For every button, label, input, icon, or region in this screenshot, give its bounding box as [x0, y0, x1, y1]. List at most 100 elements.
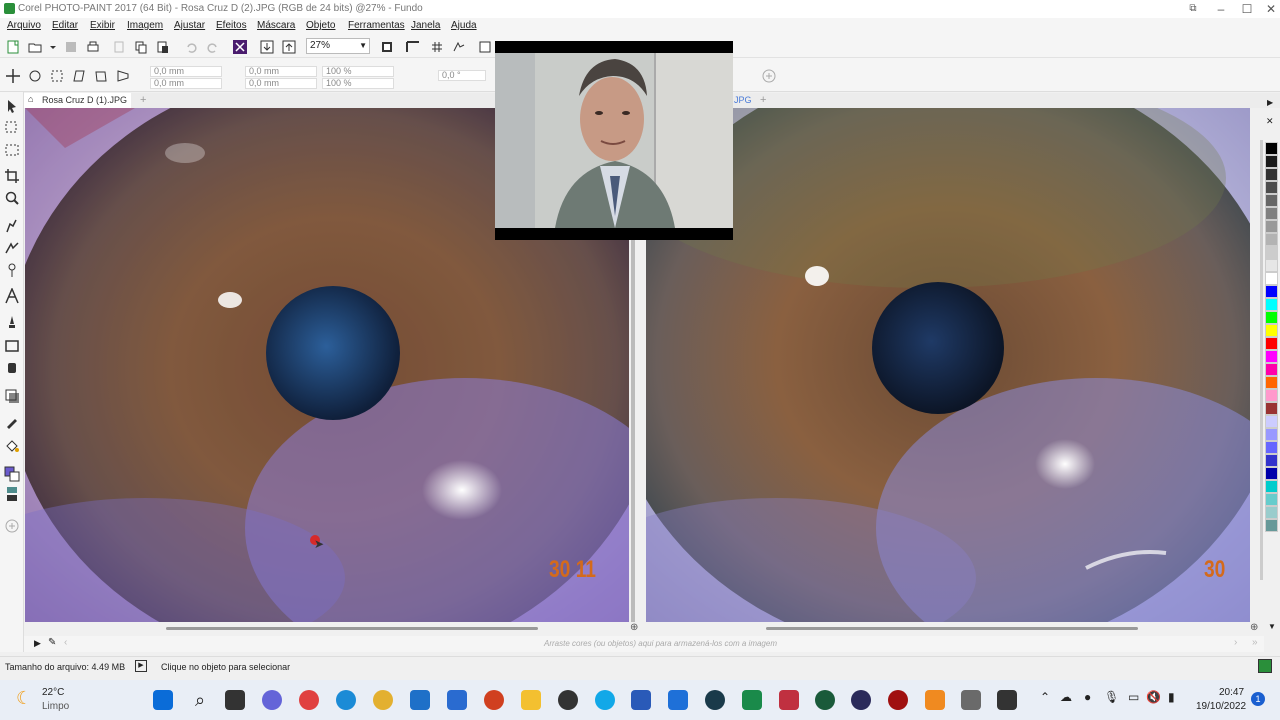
skype-icon[interactable] — [595, 690, 615, 710]
copy-icon[interactable] — [132, 38, 148, 54]
menu-ferramentas[interactable]: Ferramentas — [348, 20, 405, 31]
mask-transform-tool-icon[interactable] — [4, 120, 20, 136]
dropbox-icon[interactable] — [668, 690, 688, 710]
minimize-button[interactable]: – — [1208, 0, 1234, 18]
palette-scroll-down-icon[interactable]: ▼ — [1268, 622, 1276, 631]
menu-exibir[interactable]: Exibir — [90, 20, 115, 31]
perspective-icon[interactable] — [114, 67, 130, 83]
paste-icon[interactable] — [154, 38, 170, 54]
palette-swatch[interactable] — [1265, 272, 1278, 285]
menu-ajuda[interactable]: Ajuda — [451, 20, 477, 31]
corel-launcher-icon[interactable] — [231, 38, 247, 54]
menu-efeitos[interactable]: Efeitos — [216, 20, 247, 31]
search-icon[interactable]: ⌕ — [190, 690, 210, 710]
color-status-icon[interactable] — [1258, 659, 1272, 673]
powerpoint-icon[interactable] — [484, 690, 504, 710]
app-icon-red-2[interactable] — [779, 690, 799, 710]
app-icon-black[interactable] — [997, 690, 1017, 710]
angle-field[interactable]: 0,0 ° — [438, 70, 486, 81]
right-vertical-scrollbar[interactable] — [1260, 140, 1263, 580]
speaker-muted-icon[interactable]: 🔇 — [1146, 690, 1161, 704]
palette-swatch[interactable] — [1265, 402, 1278, 415]
import-icon[interactable] — [258, 38, 274, 54]
zoom-tool-icon[interactable] — [4, 190, 20, 206]
task-view-icon[interactable] — [225, 690, 245, 710]
fill-tool-icon[interactable] — [4, 438, 20, 454]
add-plus-icon[interactable] — [760, 67, 776, 83]
position-x-field[interactable]: 0,0 mm — [150, 66, 222, 77]
palette-swatch[interactable] — [1265, 350, 1278, 363]
battery-icon[interactable]: ▮ — [1168, 690, 1175, 704]
pick-tool-icon[interactable] — [4, 98, 20, 114]
file-explorer-icon[interactable] — [521, 690, 541, 710]
palette-swatch[interactable] — [1265, 194, 1278, 207]
menu-ajustar[interactable]: Ajustar — [174, 20, 205, 31]
palette-swatch[interactable] — [1265, 155, 1278, 168]
tab-rosa-cruz-d-1[interactable]: ⌂ Rosa Cruz D (1).JPG — [24, 93, 132, 108]
palette-swatch[interactable] — [1265, 337, 1278, 350]
reset-colors-icon[interactable] — [4, 486, 20, 502]
size-width-field[interactable]: 0,0 mm — [245, 66, 317, 77]
palette-swatch[interactable] — [1265, 259, 1278, 272]
status-play-icon[interactable]: ▶ — [135, 660, 147, 672]
scale-width-field[interactable]: 100 % — [322, 66, 394, 77]
palette-swatch[interactable] — [1265, 519, 1278, 532]
navigator-icon[interactable]: ⊕ — [1250, 622, 1258, 633]
maximize-button[interactable]: ☐ — [1234, 0, 1260, 18]
onedrive-icon[interactable]: ● — [1084, 690, 1091, 704]
palette-swatch[interactable] — [1265, 389, 1278, 402]
redo-icon[interactable] — [204, 38, 220, 54]
snap-icon[interactable] — [450, 38, 466, 54]
red-eye-tool-icon[interactable] — [4, 218, 20, 234]
add-tab-icon[interactable]: + — [140, 94, 146, 106]
menu-imagem[interactable]: Imagem — [127, 20, 163, 31]
palette-swatch[interactable] — [1265, 493, 1278, 506]
add-tab-icon[interactable]: + — [760, 94, 766, 106]
palette-swatch[interactable] — [1265, 324, 1278, 337]
rectangle-mask-tool-icon[interactable] — [4, 142, 20, 158]
palette-swatch[interactable] — [1265, 454, 1278, 467]
position-y-field[interactable]: 0,0 mm — [150, 78, 222, 89]
windows-start-icon[interactable] — [153, 690, 173, 710]
palette-swatch[interactable] — [1265, 506, 1278, 519]
left-horizontal-scrollbar[interactable] — [166, 627, 538, 630]
show-rulers-icon[interactable] — [404, 38, 420, 54]
app-icon-navy[interactable] — [851, 690, 871, 710]
mask-overlay-icon[interactable] — [476, 38, 492, 54]
chevron-down-icon[interactable] — [44, 38, 56, 54]
palette-swatch[interactable] — [1265, 311, 1278, 324]
menu-janela[interactable]: Janela — [411, 20, 440, 31]
palette-swatch[interactable] — [1265, 363, 1278, 376]
mail-icon[interactable] — [447, 690, 467, 710]
right-horizontal-scrollbar[interactable] — [766, 627, 1138, 630]
taskbar-clock-time[interactable]: 20:47 — [1219, 687, 1244, 698]
full-screen-icon[interactable] — [378, 38, 394, 54]
menu-arquivo[interactable]: Arquivo — [7, 20, 41, 31]
eyedropper-tool-icon[interactable] — [4, 262, 20, 278]
corel-photo-paint-icon[interactable] — [925, 690, 945, 710]
palette-swatch[interactable] — [1265, 246, 1278, 259]
distort-icon[interactable] — [92, 67, 108, 83]
app-icon-dark-red[interactable] — [888, 690, 908, 710]
scale-icon[interactable] — [48, 67, 64, 83]
cut-icon[interactable] — [110, 38, 126, 54]
clone-tool-icon[interactable] — [4, 240, 20, 256]
edge-browser-icon[interactable] — [336, 690, 356, 710]
chevron-right-icon[interactable]: › — [1234, 637, 1237, 648]
display-icon[interactable]: ▭ — [1128, 690, 1139, 704]
weather-condition[interactable]: Limpo — [42, 701, 69, 712]
palette-swatch[interactable] — [1265, 285, 1278, 298]
size-height-field[interactable]: 0,0 mm — [245, 78, 317, 89]
menu-objeto[interactable]: Objeto — [306, 20, 335, 31]
eyedropper-icon[interactable]: ✎ — [48, 637, 56, 648]
taskbar-clock-date[interactable]: 19/10/2022 — [1196, 701, 1246, 712]
teams-chat-icon[interactable] — [262, 690, 282, 710]
palette-swatch[interactable] — [1265, 220, 1278, 233]
right-eye-canvas[interactable]: 30 — [646, 108, 1250, 622]
app-icon-green[interactable] — [742, 690, 762, 710]
restore-panel-icon[interactable]: ⧉ — [1180, 0, 1206, 18]
palette-swatch[interactable] — [1265, 415, 1278, 428]
palette-swatch[interactable] — [1265, 142, 1278, 155]
new-file-icon[interactable] — [4, 38, 20, 54]
app-icon-gray[interactable] — [961, 690, 981, 710]
